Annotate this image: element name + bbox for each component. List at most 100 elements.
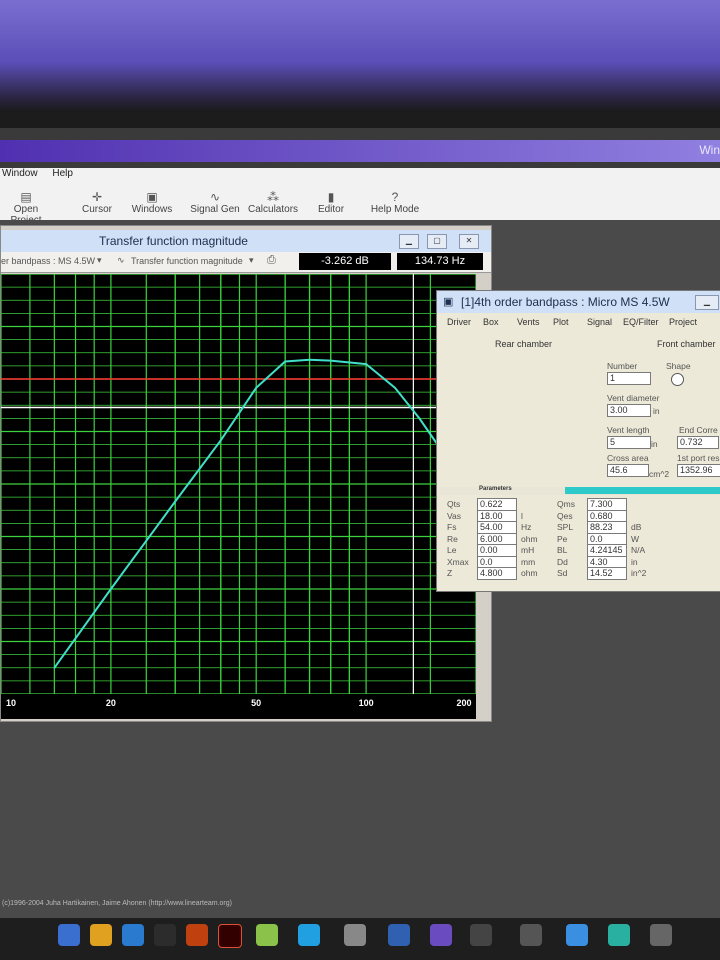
vent-diameter-label: Vent diameter (607, 393, 660, 403)
app-icon[interactable] (256, 924, 278, 946)
number-select[interactable]: 1 (607, 372, 651, 385)
param-unit-le: mH (521, 545, 535, 555)
editor-icon: ▮ (327, 190, 335, 204)
project-dropdown[interactable]: er bandpass : MS 4.5W (1, 256, 95, 266)
minimize-button[interactable]: ▁ (399, 234, 419, 249)
maximize-button[interactable]: ▢ (427, 234, 447, 249)
wave-icon: ∿ (209, 190, 221, 204)
param-name-spl: SPL (557, 522, 574, 532)
app-icon[interactable] (470, 924, 492, 946)
param-unit-dd: in (631, 556, 638, 567)
param-name-pe: Pe (557, 533, 568, 544)
close-button[interactable]: ✕ (459, 234, 479, 249)
data-point (110, 588, 112, 590)
app-icon[interactable] (566, 924, 588, 946)
calculators-button[interactable]: ⁂ Calculators (248, 190, 298, 215)
properties-title: [1]4th order bandpass : Micro MS 4.5W (461, 295, 670, 309)
param-unit-z: ohm (521, 568, 538, 578)
param-name-qms: Qms (557, 499, 575, 509)
browser-icon[interactable] (90, 924, 112, 946)
param-name-dd: Dd (557, 556, 568, 567)
wave-icon: ∿ (117, 255, 125, 265)
window-icon: ▣ (443, 296, 454, 308)
end-correction-label: End Corre (679, 425, 718, 435)
cursor-button[interactable]: ✛ Cursor (80, 190, 114, 215)
param-name-xmax: Xmax (447, 556, 469, 567)
windows-button[interactable]: ▣ Windows (130, 190, 174, 215)
app-icon[interactable] (154, 924, 176, 946)
print-icon[interactable]: ⎙ (267, 254, 276, 267)
tab-box[interactable]: Box (483, 317, 499, 327)
app-icon[interactable] (608, 924, 630, 946)
app-icon[interactable] (298, 924, 320, 946)
question-icon: ? (391, 190, 399, 204)
port-res-label: 1st port res (677, 453, 720, 463)
signal-gen-button[interactable]: ∿ Signal Gen (190, 190, 240, 215)
param-name-z: Z (447, 568, 453, 578)
app-icon[interactable] (186, 924, 208, 946)
data-point (365, 363, 367, 365)
end-correction-input[interactable]: 0.732 (677, 436, 719, 449)
param-unit-spl: dB (631, 522, 642, 532)
app-icon[interactable] (58, 924, 80, 946)
menu-window[interactable]: Window (2, 168, 38, 179)
param-unit-re: ohm (521, 533, 538, 544)
param-value-sd[interactable]: 14.52 (587, 567, 627, 580)
x-tick-label: 20 (106, 698, 116, 708)
tab-driver[interactable]: Driver (447, 317, 471, 327)
param-name-sd: Sd (557, 568, 568, 578)
menu-bar: Window Help (0, 168, 720, 186)
vent-length-input[interactable]: 5 (607, 436, 651, 449)
round-shape-icon[interactable] (671, 373, 684, 386)
tab-project[interactable]: Project (669, 317, 697, 327)
app-icon[interactable] (650, 924, 672, 946)
tab-signal[interactable]: Signal (587, 317, 612, 327)
folder-icon: ▤ (20, 190, 32, 204)
tab-vents[interactable]: Vents (517, 317, 540, 327)
plot-background (1, 274, 476, 719)
param-value-z[interactable]: 4.800 (477, 567, 517, 580)
rear-chamber-label: Rear chamber (495, 339, 553, 349)
calculator-icon: ⁂ (267, 190, 279, 204)
minimize-button[interactable]: ▁ (695, 295, 719, 310)
data-point (174, 500, 176, 503)
properties-title-bar[interactable]: ▣ [1]4th order bandpass : Micro MS 4.5W … (437, 291, 720, 313)
param-name-le: Le (447, 545, 457, 555)
param-name-vas: Vas (447, 510, 462, 521)
data-point (418, 417, 421, 420)
copyright-text: (c)1996-2004 Juha Hartikainen, Jaime Aho… (2, 900, 232, 907)
cross-area-input[interactable]: 45.6 (607, 464, 649, 477)
edge-icon[interactable] (122, 924, 144, 946)
chevron-down-icon[interactable]: ▾ (249, 255, 254, 266)
app-icon[interactable] (344, 924, 366, 946)
app-icon[interactable] (520, 924, 542, 946)
editor-button[interactable]: ▮ Editor (316, 190, 346, 215)
transfer-function-window: Transfer function magnitude ▁ ▢ ✕ er ban… (0, 225, 492, 722)
vent-length-unit: in (651, 439, 658, 449)
app-icon[interactable] (388, 924, 410, 946)
shape-label: Shape (666, 361, 691, 371)
transfer-function-title-bar[interactable]: Transfer function magnitude ▁ ▢ ✕ (1, 230, 491, 252)
tab-eq-filter[interactable]: EQ/Filter (623, 317, 659, 327)
vent-diameter-unit: in (653, 406, 660, 416)
signal-gen-label: Signal Gen (190, 204, 240, 215)
menu-help[interactable]: Help (52, 168, 73, 179)
plot-toolbar: er bandpass : MS 4.5W ▾ ∿ Transfer funct… (1, 252, 491, 273)
vent-length-label: Vent length (607, 425, 650, 435)
illustrator-icon[interactable] (218, 924, 242, 948)
plot-type-dropdown[interactable]: Transfer function magnitude (131, 256, 243, 266)
param-name-qts: Qts (447, 499, 461, 509)
data-point (53, 666, 56, 669)
taskbar (0, 918, 720, 960)
transfer-function-chart[interactable]: 10 20 50 100 200 (0, 273, 477, 719)
plot-area[interactable]: 10 20 50 100 200 (0, 273, 477, 719)
vent-diameter-select[interactable]: 3.00 (607, 404, 651, 417)
port-res-input[interactable]: 1352.96 (677, 464, 720, 477)
app-icon[interactable] (430, 924, 452, 946)
x-tick-label: 10 (6, 698, 16, 708)
data-point (284, 360, 286, 363)
help-mode-button[interactable]: ? Help Mode (370, 190, 420, 215)
chevron-down-icon[interactable]: ▾ (97, 255, 102, 266)
editor-label: Editor (317, 204, 345, 215)
tab-plot[interactable]: Plot (553, 317, 569, 327)
